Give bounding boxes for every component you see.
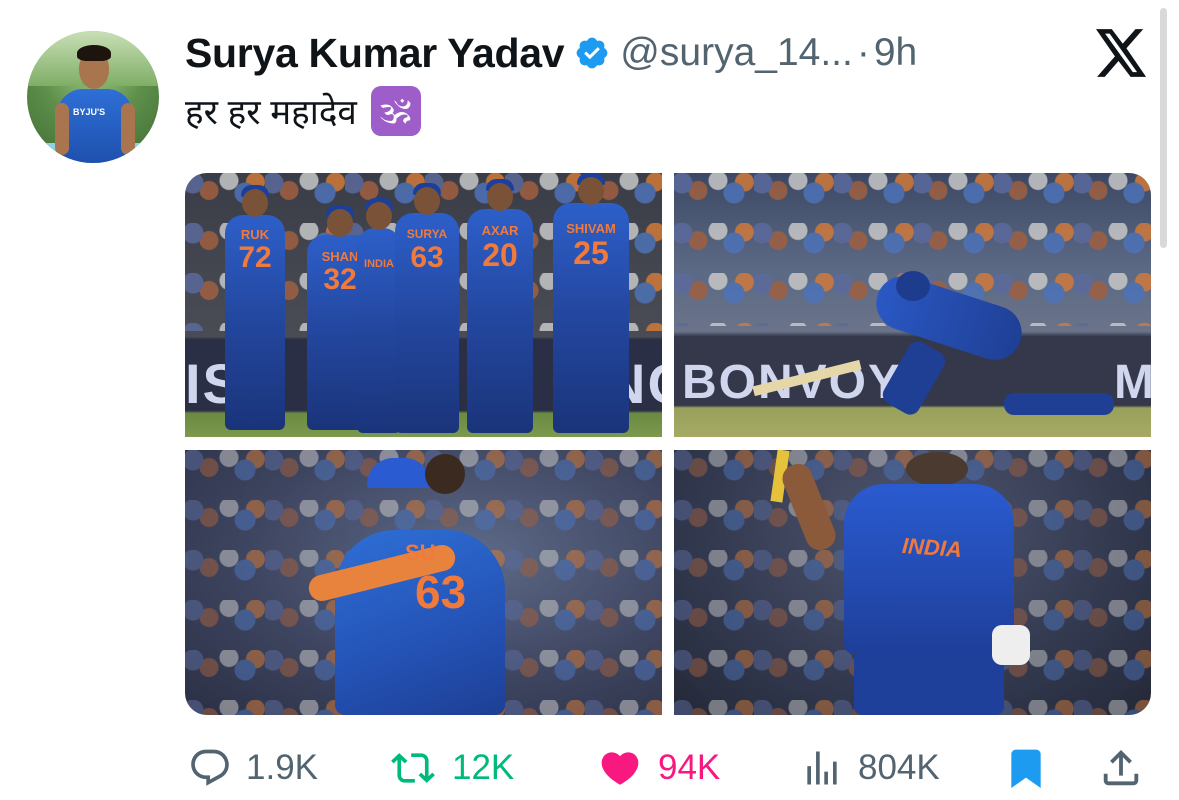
tweet-body: हर हर महादेव xyxy=(185,92,357,132)
reply-count: 1.9K xyxy=(246,748,318,787)
batter-leg-back xyxy=(1004,393,1114,415)
player-6: SHIVAM 25 xyxy=(553,173,629,433)
retweet-button[interactable]: 12K xyxy=(388,740,514,796)
views-button[interactable]: 804K xyxy=(800,740,940,796)
jersey-text: INDIA xyxy=(901,532,963,563)
photo-team-huddle[interactable]: IS NG RUK 72 SHAN 32 INDIA SURYA 63 AXAR… xyxy=(185,173,662,437)
like-button[interactable]: 94K xyxy=(596,740,720,796)
player-hair xyxy=(425,454,465,494)
photo-batting-shot[interactable]: BONVOY M xyxy=(674,173,1151,437)
separator-dot: · xyxy=(856,31,870,74)
share-button[interactable] xyxy=(1098,740,1144,796)
om-emoji: 🕉 xyxy=(370,86,421,136)
player-trousers xyxy=(854,650,1004,715)
player-head xyxy=(906,452,968,486)
retweet-count: 12K xyxy=(452,748,515,787)
views-icon xyxy=(800,746,844,790)
jersey-name: SU xyxy=(405,540,436,565)
reply-button[interactable]: 1.9K xyxy=(188,740,318,796)
player-4: SURYA 63 xyxy=(395,183,459,433)
author-name[interactable]: Surya Kumar Yadav xyxy=(185,30,565,77)
player-1: RUK 72 xyxy=(225,185,285,430)
media-grid: IS NG RUK 72 SHAN 32 INDIA SURYA 63 AXAR… xyxy=(185,173,1151,715)
x-logo-icon[interactable] xyxy=(1096,29,1148,77)
jersey-name: AXAR xyxy=(481,223,519,238)
jersey-name: SHIVAM xyxy=(566,221,616,236)
avatar-arm-left xyxy=(55,103,69,155)
heart-icon xyxy=(596,746,644,790)
player-jersey xyxy=(844,484,1014,654)
batter-helmet xyxy=(896,271,930,301)
reply-icon xyxy=(188,746,232,790)
verified-badge-icon xyxy=(574,35,610,71)
like-count: 94K xyxy=(658,748,721,787)
avatar-hair xyxy=(77,45,111,61)
batting-glove xyxy=(992,625,1030,665)
retweet-icon xyxy=(388,746,438,790)
bookmark-button[interactable] xyxy=(1004,740,1048,796)
post-time[interactable]: 9h xyxy=(874,31,917,75)
jersey-name: RUK xyxy=(240,227,270,242)
jersey-number: 25 xyxy=(573,235,609,271)
avatar-jersey-text: BYJU'S xyxy=(73,107,106,117)
player-5: AXAR 20 xyxy=(467,179,533,433)
tweet-text: हर हर महादेव 🕉 xyxy=(185,86,421,136)
avatar[interactable]: BYJU'S xyxy=(27,31,159,163)
jersey-number: 20 xyxy=(482,237,518,273)
author-row: Surya Kumar Yadav @surya_14... · 9h xyxy=(185,28,917,78)
action-bar: 1.9K 12K 94K 804K xyxy=(0,740,1179,800)
jersey-name: SURYA xyxy=(406,227,448,241)
photo-raising-bat[interactable]: INDIA xyxy=(674,450,1151,715)
avatar-arm-right xyxy=(121,103,135,155)
jersey-number: 63 xyxy=(410,241,444,274)
jersey-number: 63 xyxy=(415,566,467,618)
jersey-number: 72 xyxy=(238,241,272,274)
board-text-right: M xyxy=(1114,356,1151,409)
views-count: 804K xyxy=(858,748,940,787)
bookmark-icon xyxy=(1004,745,1048,791)
scrollbar[interactable] xyxy=(1160,8,1167,248)
photo-celebration-hug[interactable]: SU 63 xyxy=(185,450,662,715)
share-icon xyxy=(1098,745,1144,791)
author-handle[interactable]: @surya_14... xyxy=(620,31,853,75)
